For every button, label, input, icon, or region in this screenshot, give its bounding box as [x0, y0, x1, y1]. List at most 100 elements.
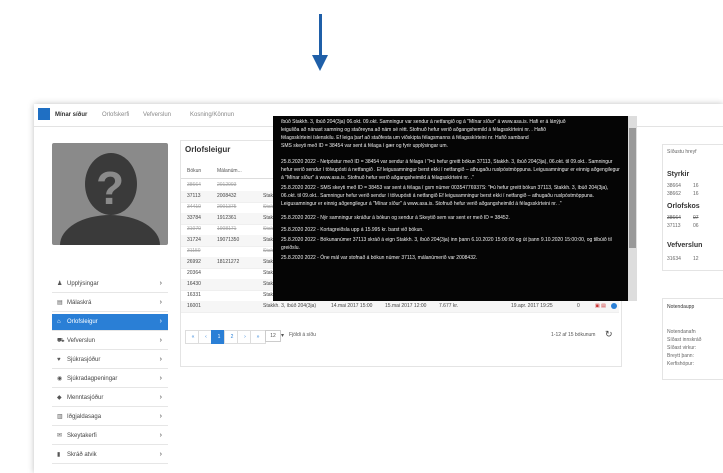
sidebar-item-label: Málaskrá	[67, 300, 92, 306]
table-cell-e: 15.mai 2017 12:00	[385, 303, 427, 309]
sidebar-item-i-gjaldasaga[interactable]: ▥ Iðgjaldasaga ›	[52, 409, 168, 426]
heart-icon: ♥	[57, 357, 61, 363]
right-summary-panel: Síðustu hreyf Styrkir 38664 16 38662 16 …	[662, 144, 723, 242]
chevron-right-icon: ›	[159, 318, 162, 325]
nav-item-orlofskerfi[interactable]: Orlofskerfi	[102, 112, 129, 118]
table-cell-d: 14.mai 2017 15:00	[331, 303, 373, 309]
table-cell-b: 2012993	[217, 182, 237, 188]
overlay-scrollbar-thumb[interactable]	[629, 128, 636, 248]
table-cell-a: 31724	[187, 237, 201, 243]
avatar: ?	[52, 143, 168, 245]
event-log-overlay: íbúð Stakkh. 3, íbúð 204(3ja) 06.okt. 09…	[273, 116, 637, 301]
event-log-line: 25.8.2020 2022 - Óne mál var stofnað á b…	[281, 255, 478, 261]
field-kerfishopur: Kerfishópur:	[667, 361, 694, 367]
question-mark-icon: ?	[95, 162, 125, 214]
table-cell-b: 18121272	[217, 259, 240, 265]
nav-item-minar-sidur[interactable]: Mínar síður	[55, 112, 87, 118]
event-log-line: 25.8.2020 2022 - Kortagreiðsla upp á 15.…	[281, 227, 424, 233]
table-cell-a: 16331	[187, 292, 201, 298]
event-log-line: SMS skeyti með ID = 38454 var sent á fél…	[281, 143, 448, 149]
table-cell-b: 1908171	[217, 226, 237, 232]
event-log-line: íbúð Stakkh. 3, íbúð 204(3ja) 06.okt. 09…	[281, 119, 566, 125]
user-icon: ♟	[57, 281, 63, 287]
sidebar-item-label: Menntasjóður	[67, 395, 104, 401]
table-cell-b: 2001375	[217, 204, 237, 210]
table-cell-a: 37113	[187, 193, 201, 199]
orlofskostnadur-title: Orlofskos	[667, 203, 700, 210]
right-vefverslun-panel: Vefverslun 31634 12	[662, 240, 723, 271]
sidebar-item-skr-atvik[interactable]: ▮ Skráð atvik ›	[52, 447, 168, 464]
sidebar-item-sj-krasj-ur[interactable]: ♥ Sjúkrasjóður ›	[52, 352, 168, 369]
table-cell-a: 38664	[187, 182, 201, 188]
column-header-malanumer[interactable]: Málanúm...	[217, 168, 242, 174]
nav-item-kosning[interactable]: Kosning/Könnun	[190, 112, 234, 118]
sidebar-item-label: Vefverslun	[67, 338, 96, 344]
table-cell-a: 33784	[187, 215, 201, 221]
arrow-line	[319, 14, 322, 58]
cart-icon: ⛟	[57, 338, 65, 344]
user-info-panel: Notendaupp Notendanafn Síðast innskráð S…	[662, 298, 723, 380]
sidebar-item-label: Iðgjaldasaga	[67, 414, 102, 420]
chevron-right-icon: ›	[159, 394, 162, 401]
table-cell-c: Stakkh. 3, íbúð 204(3ja)	[263, 303, 317, 309]
sidebar-item-label: Upplýsingar	[67, 281, 99, 287]
mail-icon: ✉	[57, 433, 63, 439]
orlof-row-2-b: 06	[693, 223, 699, 229]
sidebar-item-label: Skráð atvik	[67, 452, 97, 458]
table-cell-i: 0	[577, 303, 580, 309]
refresh-icon[interactable]: ↻	[605, 329, 613, 340]
pager-summary: 1-12 af 15 bókunum	[551, 332, 596, 338]
sidebar-item-sj-kradagpeningar[interactable]: ◉ Sjúkradagpeningar ›	[52, 371, 168, 388]
event-log-line: 25.8.2020 2022 - Bókunanúmer 37113 skráð…	[281, 237, 612, 251]
table-cell-a: 20364	[187, 270, 201, 276]
folder-icon: ▤	[57, 300, 63, 306]
sidebar-item-uppl-singar[interactable]: ♟ Upplýsingar ›	[52, 276, 168, 293]
file-icon: ▮	[57, 452, 61, 458]
chevron-right-icon: ›	[159, 413, 162, 420]
arrow-down-icon	[312, 55, 328, 71]
event-log-line: leiguliða að nánast samning og staðreyna…	[281, 127, 546, 133]
table-cell-a: 16430	[187, 281, 201, 287]
sidebar-item-m-laskr-[interactable]: ▤ Málaskrá ›	[52, 295, 168, 312]
chevron-down-icon[interactable]: ▾	[281, 332, 284, 339]
field-notendanafn: Notendanafn	[667, 329, 696, 335]
chevron-right-icon: ›	[159, 299, 162, 306]
vefverslun-title: Vefverslun	[667, 242, 703, 249]
styrkir-title: Styrkir	[667, 171, 690, 178]
nav-item-vefverslun[interactable]: Vefverslun	[143, 112, 171, 118]
vef-row-1-b: 12	[693, 256, 699, 262]
sidebar-item-label: Sjúkradagpeningar	[67, 376, 118, 382]
chevron-right-icon: ›	[159, 356, 162, 363]
notendauppl-title: Notendaupp	[667, 304, 695, 310]
row-action-icons[interactable]: ▣ ▤	[595, 301, 606, 312]
info-icon[interactable]	[611, 303, 617, 309]
styrkir-row-2-b: 16	[693, 191, 699, 197]
graduation-icon: ◆	[57, 395, 62, 401]
event-log-line: 25.8.2020 2022 - Netpóstur með ID = 3845…	[281, 159, 620, 181]
per-page-label: Fjöldi á síðu	[289, 332, 316, 338]
sidebar-item-skeytakerfi[interactable]: ✉ Skeytakerfi ›	[52, 428, 168, 445]
table-cell-a: 31070	[187, 226, 201, 232]
sidebar-item-vefverslun[interactable]: ⛟ Vefverslun ›	[52, 333, 168, 350]
overlay-scrollbar[interactable]	[628, 116, 637, 301]
table-cell-a: 26992	[187, 259, 201, 265]
sidebar-item-orlofsleigur[interactable]: ⌂ Orlofsleigur ›	[52, 314, 168, 331]
table-cell-a: 34410	[187, 204, 201, 210]
table-row[interactable]: 16001 Stakkh. 3, íbúð 204(3ja) 14.mai 2017…	[181, 301, 619, 313]
sidebar-item-label: Orlofsleigur	[67, 319, 98, 325]
home-icon: ⌂	[57, 319, 61, 325]
styrkir-row-2-a: 38662	[667, 191, 681, 197]
vef-row-1-a: 31634	[667, 256, 681, 262]
avatar-body-shape	[60, 215, 160, 245]
sidebar-item-menntasj-ur[interactable]: ◆ Menntasjóður ›	[52, 390, 168, 407]
column-header-bokun[interactable]: Bókun	[187, 168, 201, 174]
pager-button[interactable]: »	[250, 330, 266, 344]
app-logo[interactable]	[38, 108, 50, 120]
table-cell-b: 2008432	[217, 193, 237, 199]
per-page-select[interactable]: 12	[265, 330, 281, 342]
field-breytt-thann: Breytt þann:	[667, 353, 694, 359]
sidustu-hreyfingar-title: Síðustu hreyf	[667, 149, 697, 155]
orlof-row-2-a: 37113	[667, 223, 681, 229]
chevron-right-icon: ›	[159, 280, 162, 287]
styrkir-row-1-a: 38664	[667, 183, 681, 189]
